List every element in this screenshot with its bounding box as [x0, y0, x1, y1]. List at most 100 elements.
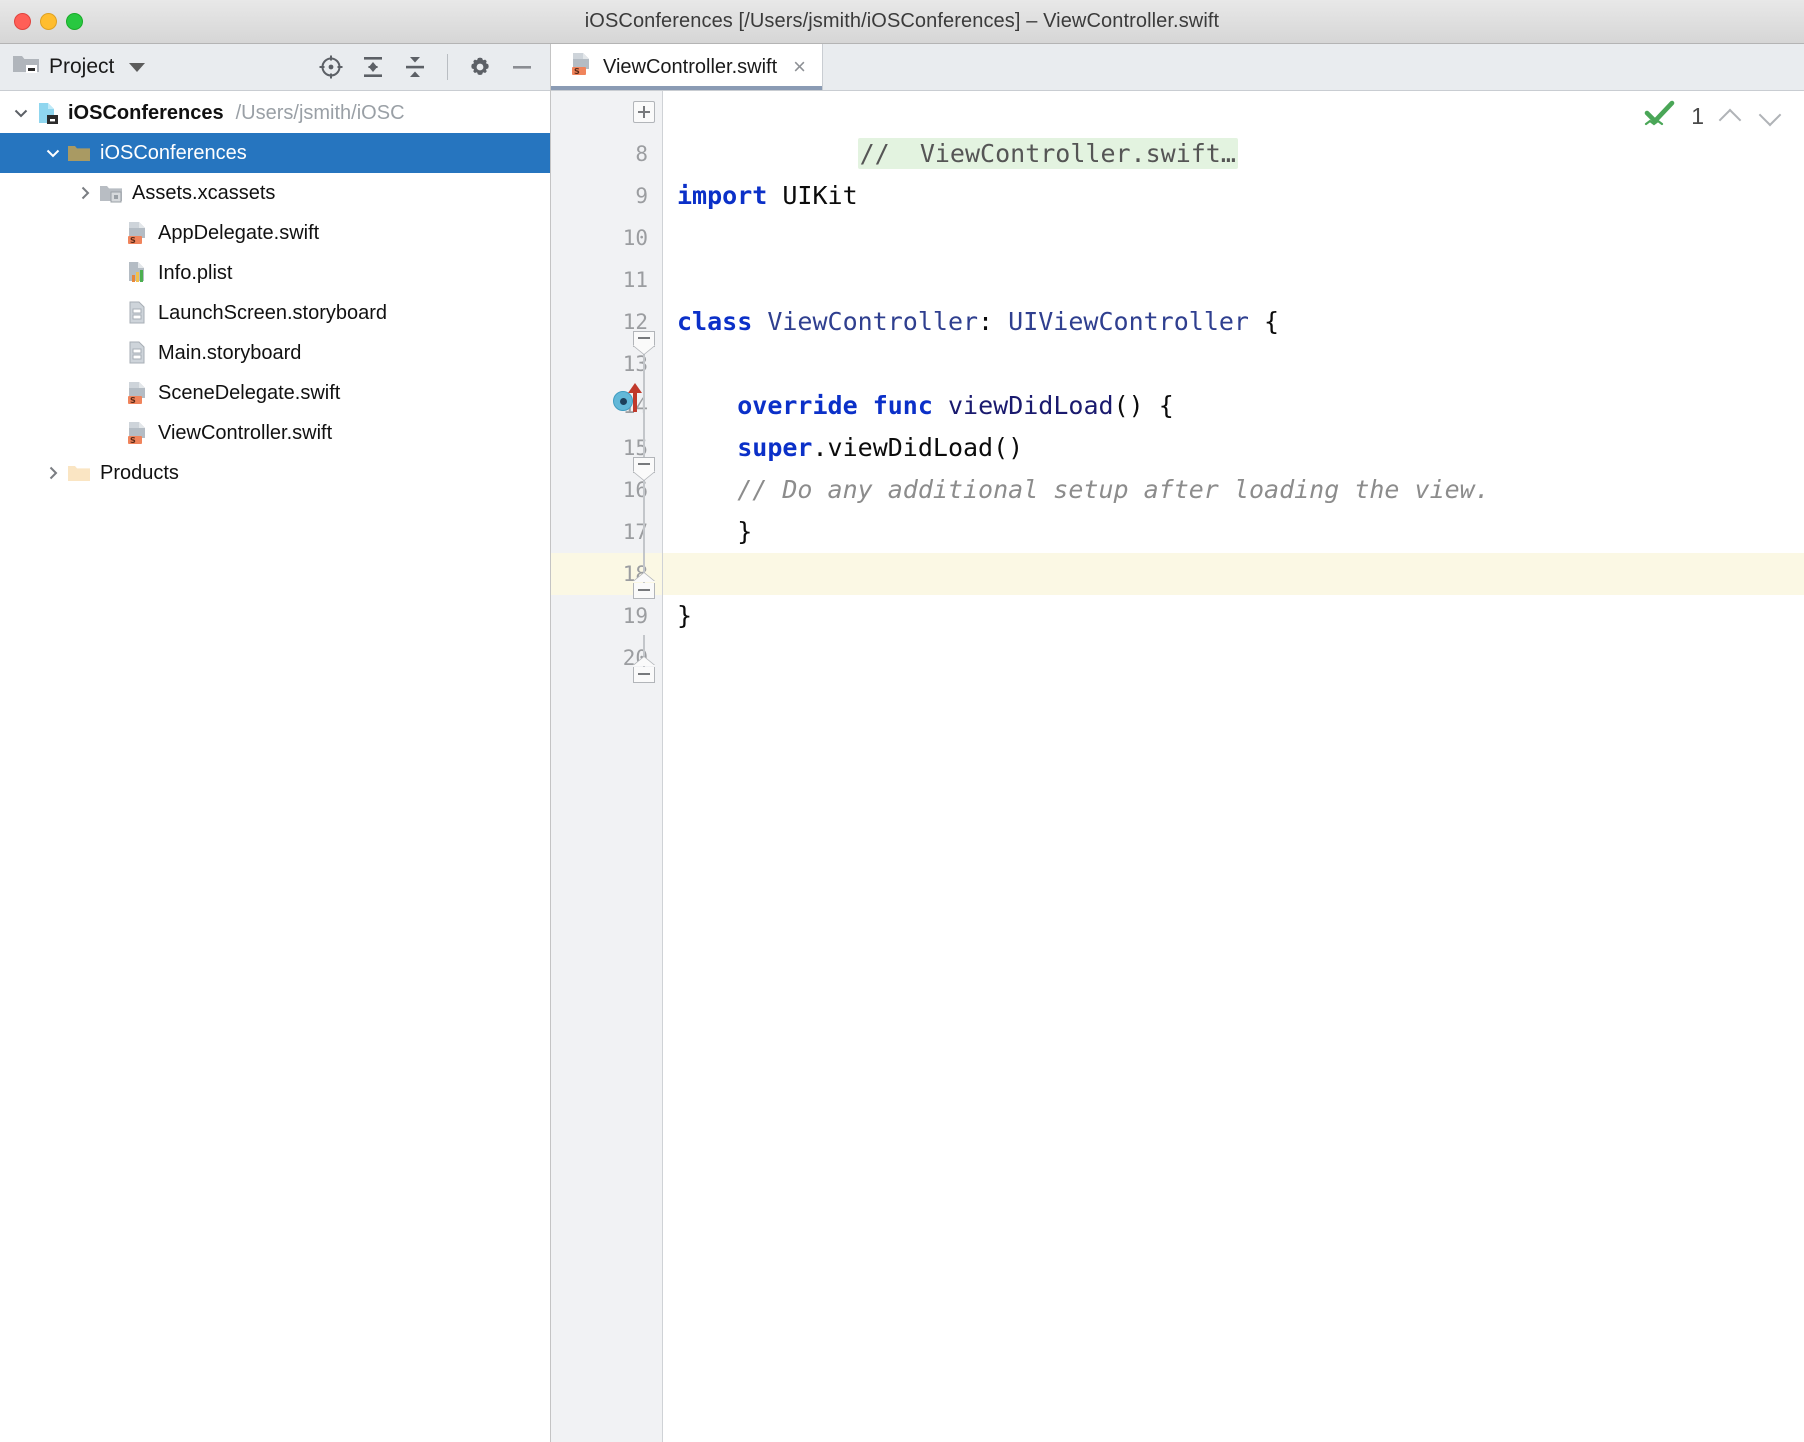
- editor-gutter[interactable]: 1 8 9 10 11 12 13 14 15: [551, 91, 663, 1442]
- hide-icon[interactable]: [504, 50, 540, 84]
- assets-folder-icon: [98, 180, 124, 206]
- code-token-function: viewDidLoad: [948, 391, 1114, 420]
- code-token-text: () {: [1114, 391, 1174, 420]
- code-token-text: :: [978, 307, 1008, 336]
- inspection-ok-icon[interactable]: [1643, 99, 1677, 134]
- tree-row[interactable]: LaunchScreen.storyboard: [0, 293, 550, 333]
- tree-row[interactable]: S AppDelegate.swift: [0, 213, 550, 253]
- traffic-lights: [14, 0, 83, 43]
- chevron-down-icon[interactable]: [8, 104, 34, 122]
- code-text-area[interactable]: // ViewController.swift… import UIKit cl…: [663, 91, 1804, 1442]
- swift-file-icon: S: [569, 52, 593, 82]
- window-title: iOSConferences [/Users/jsmith/iOSConfere…: [0, 10, 1804, 33]
- locate-icon[interactable]: [313, 50, 349, 84]
- code-line[interactable]: super.viewDidLoad(): [663, 427, 1804, 469]
- tree-item-label: Info.plist: [158, 263, 232, 283]
- code-lines: // ViewController.swift… import UIKit cl…: [663, 91, 1804, 679]
- code-folding-column[interactable]: [629, 91, 663, 1442]
- code-line[interactable]: [663, 343, 1804, 385]
- fold-collapse-icon[interactable]: [633, 457, 655, 483]
- settings-gear-icon[interactable]: [462, 50, 498, 84]
- fold-region-end-icon[interactable]: [633, 573, 655, 599]
- swift-file-icon: S: [124, 380, 150, 406]
- close-icon[interactable]: ×: [793, 56, 806, 78]
- code-line[interactable]: override func viewDidLoad() {: [663, 385, 1804, 427]
- chevron-down-icon[interactable]: [40, 144, 66, 162]
- window-titlebar: iOSConferences [/Users/jsmith/iOSConfere…: [0, 0, 1804, 44]
- code-line[interactable]: [663, 637, 1804, 679]
- tree-row[interactable]: iOSConferences /Users/jsmith/iOSC: [0, 93, 550, 133]
- code-token-type: ViewController: [767, 307, 978, 336]
- storyboard-file-icon: [124, 340, 150, 366]
- svg-text:S: S: [130, 396, 136, 405]
- zoom-window-button[interactable]: [66, 13, 83, 30]
- swift-file-icon: S: [124, 420, 150, 446]
- editor-tab-label: ViewController.swift: [603, 56, 777, 79]
- code-line[interactable]: [663, 259, 1804, 301]
- tree-row[interactable]: iOSConferences: [0, 133, 550, 173]
- fold-region-end-icon[interactable]: [633, 657, 655, 683]
- code-token-keyword: import: [677, 181, 767, 210]
- project-panel-title: Project: [49, 55, 114, 79]
- tree-item-path: /Users/jsmith/iOSC: [236, 102, 405, 125]
- close-window-button[interactable]: [14, 13, 31, 30]
- code-token-keyword: override: [737, 391, 857, 420]
- fold-collapse-icon[interactable]: [633, 331, 655, 357]
- code-line[interactable]: }: [663, 595, 1804, 637]
- tree-row[interactable]: Main.storyboard: [0, 333, 550, 373]
- minimize-window-button[interactable]: [40, 13, 57, 30]
- code-indent: [677, 475, 737, 504]
- workspace: Project: [0, 44, 1804, 1442]
- tree-row[interactable]: Products: [0, 453, 550, 493]
- code-line[interactable]: }: [663, 511, 1804, 553]
- chevron-up-icon[interactable]: [1718, 104, 1744, 130]
- project-file-tree[interactable]: iOSConferences /Users/jsmith/iOSC iOSCon…: [0, 91, 550, 1442]
- code-line[interactable]: import UIKit: [663, 175, 1804, 217]
- code-line[interactable]: // ViewController.swift…: [663, 91, 1804, 133]
- chevron-right-icon[interactable]: [40, 464, 66, 482]
- tree-item-label: AppDelegate.swift: [158, 223, 319, 243]
- tree-item-label: iOSConferences: [100, 143, 247, 163]
- code-line[interactable]: [663, 217, 1804, 259]
- code-indent: [677, 433, 737, 462]
- code-token-keyword: func: [873, 391, 933, 420]
- tree-item-label: Assets.xcassets: [132, 183, 275, 203]
- collapse-all-icon[interactable]: [397, 50, 433, 84]
- code-line-current[interactable]: [663, 553, 1804, 595]
- code-token-text: [858, 391, 873, 420]
- code-token-text: {: [1249, 307, 1279, 336]
- chevron-down-icon[interactable]: [129, 63, 145, 72]
- tree-row[interactable]: Assets.xcassets: [0, 173, 550, 213]
- tree-item-label: SceneDelegate.swift: [158, 383, 340, 403]
- tree-item-label: iOSConferences: [68, 103, 224, 123]
- code-token-text: [752, 307, 767, 336]
- tree-row[interactable]: S SceneDelegate.swift: [0, 373, 550, 413]
- project-panel-toolbar: Project: [0, 44, 550, 91]
- storyboard-file-icon: [124, 300, 150, 326]
- code-token-text: }: [677, 601, 692, 630]
- inspection-count: 1: [1691, 103, 1704, 130]
- code-line[interactable]: // Do any additional setup after loading…: [663, 469, 1804, 511]
- code-token-text: .viewDidLoad(): [812, 433, 1023, 462]
- code-token-text: }: [677, 517, 752, 546]
- code-line[interactable]: [663, 133, 1804, 175]
- project-folder-icon: [12, 52, 40, 82]
- editor-tabbar: S ViewController.swift ×: [551, 44, 1804, 91]
- fold-expand-icon[interactable]: [633, 101, 655, 123]
- editor-area: S ViewController.swift × 1: [551, 44, 1804, 1442]
- tree-item-label: Products: [100, 463, 179, 483]
- chevron-right-icon[interactable]: [72, 184, 98, 202]
- code-token-keyword: class: [677, 307, 752, 336]
- project-toolbar-buttons: [313, 50, 540, 84]
- project-view-selector[interactable]: Project: [12, 52, 145, 82]
- tree-row[interactable]: S ViewController.swift: [0, 413, 550, 453]
- project-module-icon: [34, 100, 60, 126]
- code-token-comment: // Do any additional setup after loading…: [737, 475, 1490, 504]
- code-line[interactable]: class ViewController: UIViewController {: [663, 301, 1804, 343]
- chevron-down-icon[interactable]: [1758, 104, 1784, 130]
- expand-all-icon[interactable]: [355, 50, 391, 84]
- editor-tab-viewcontroller[interactable]: S ViewController.swift ×: [551, 44, 823, 90]
- code-editor[interactable]: 1 1 8 9 10 11 12 13 14: [551, 91, 1804, 1442]
- svg-text:S: S: [130, 236, 136, 245]
- tree-row[interactable]: Info.plist: [0, 253, 550, 293]
